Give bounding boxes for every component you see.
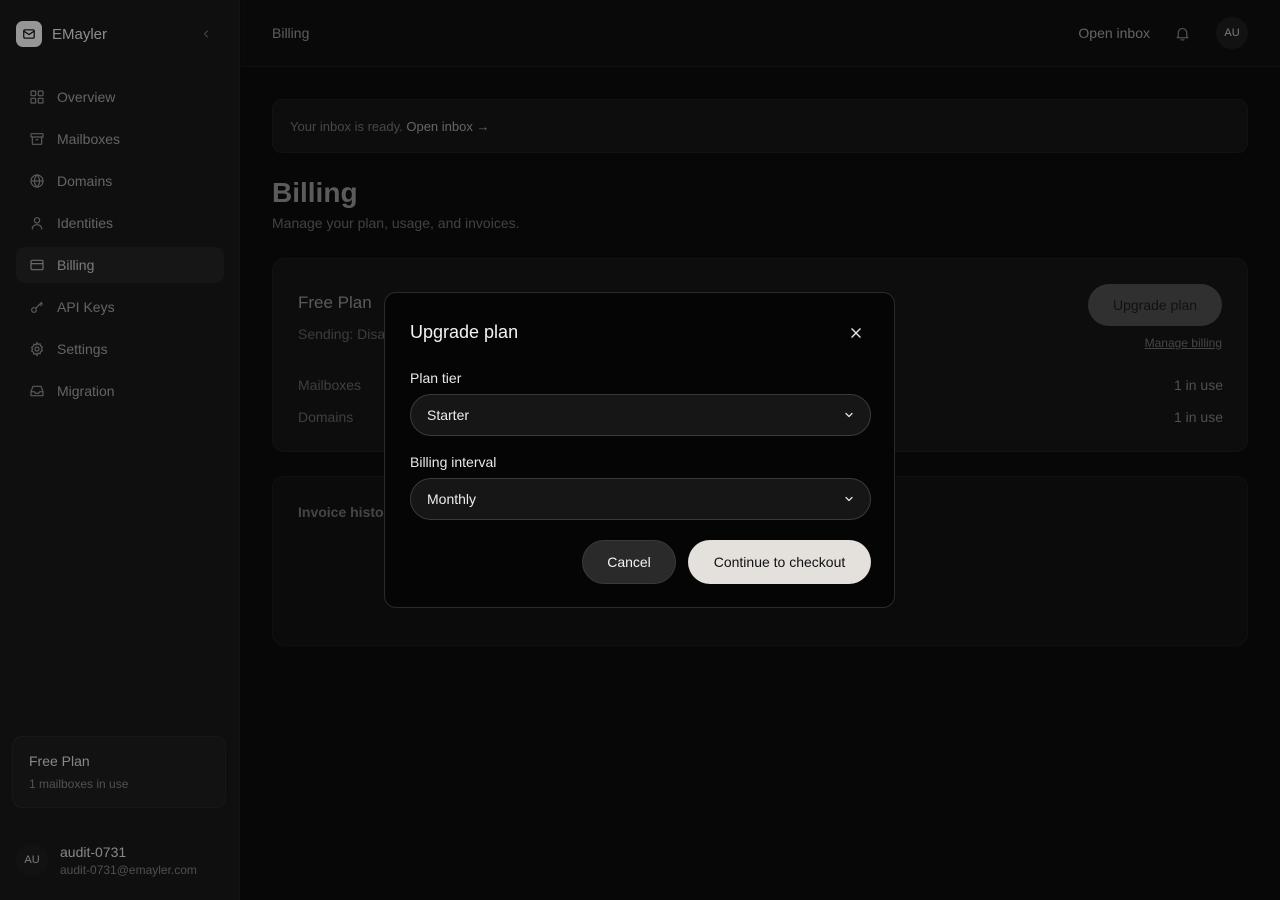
cancel-button[interactable]: Cancel [582, 540, 676, 584]
chevron-down-icon [842, 408, 856, 422]
billing-interval-value: Monthly [427, 491, 477, 507]
continue-to-checkout-button[interactable]: Continue to checkout [688, 540, 871, 584]
upgrade-plan-dialog: Upgrade plan Plan tier Starter Billing i… [384, 292, 895, 608]
close-dialog-button[interactable] [846, 323, 866, 343]
plan-tier-value: Starter [427, 407, 470, 423]
billing-interval-label: Billing interval [410, 454, 497, 470]
close-icon [851, 328, 861, 338]
chevron-down-icon [842, 492, 856, 506]
dialog-title: Upgrade plan [410, 322, 519, 342]
plan-tier-select[interactable]: Starter [410, 394, 871, 436]
billing-interval-select[interactable]: Monthly [410, 478, 871, 520]
plan-tier-label: Plan tier [410, 370, 462, 386]
